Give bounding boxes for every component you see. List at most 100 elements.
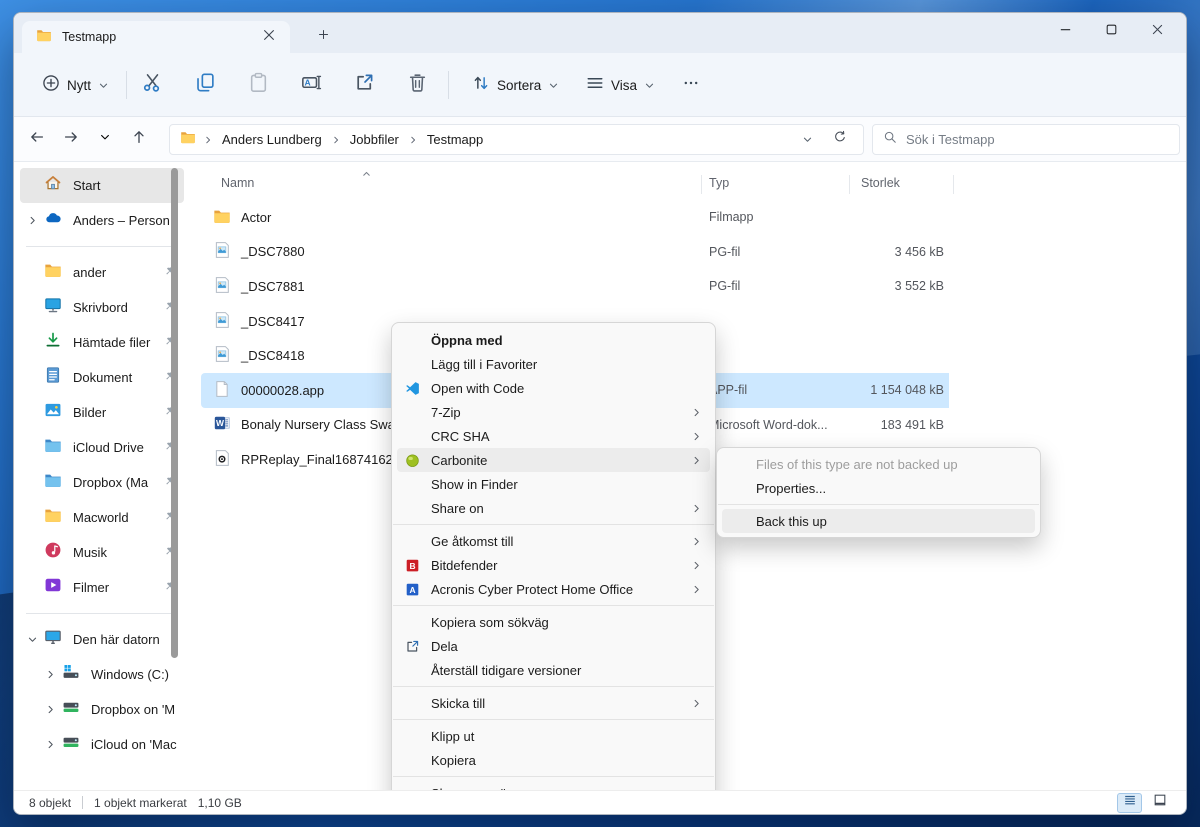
menu-item-carbonite[interactable]: Carbonite (397, 448, 710, 472)
drive-win-icon (62, 663, 80, 686)
menu-item-back-this-up[interactable]: Back this up (722, 509, 1035, 533)
menu-item-open-with-code[interactable]: Open with Code (397, 376, 710, 400)
menu-icon-spacer (405, 404, 425, 420)
bitdefender-icon: B (405, 557, 425, 573)
breadcrumb-segment-jobbfiler[interactable]: Jobbfiler (348, 129, 401, 150)
search-input[interactable] (906, 132, 1169, 147)
back-button[interactable] (20, 123, 54, 155)
sidebar-item-start[interactable]: Start (20, 168, 184, 203)
carbonite-submenu: Files of this type are not backed upProp… (716, 447, 1041, 538)
command-bar: Nytt A Sortera Visa (14, 53, 1186, 117)
sidebar-scrollbar[interactable] (171, 168, 178, 658)
close-button[interactable] (1134, 13, 1180, 51)
menu-item-label: Acronis Cyber Protect Home Office (431, 582, 690, 597)
status-divider (82, 796, 83, 809)
menu-item-l-gg-till-i-favoriter[interactable]: Lägg till i Favoriter (397, 352, 710, 376)
file-row-actor[interactable]: ActorFilmapp (201, 200, 1186, 235)
sidebar-item-macworld[interactable]: Macworld (20, 500, 184, 535)
column-header-typ[interactable]: Typ (709, 176, 729, 190)
menu-icon-spacer (405, 476, 425, 492)
sort-button-label: Sortera (497, 78, 541, 93)
menu-item-properties[interactable]: Properties... (722, 476, 1035, 500)
download-icon (44, 331, 62, 354)
expander-chevron-right-icon[interactable] (20, 215, 44, 226)
column-separator[interactable] (953, 175, 954, 194)
sort-button[interactable]: Sortera (462, 67, 569, 103)
menu-item-ppna-med[interactable]: Öppna med (397, 328, 710, 352)
large-icons-view-icon (1153, 793, 1167, 812)
explorer-tab[interactable]: Testmapp (22, 21, 290, 53)
menu-item-skicka-till[interactable]: Skicka till (397, 691, 710, 715)
rename-button[interactable]: A (291, 65, 332, 105)
more-options-button[interactable] (670, 69, 712, 101)
forward-button[interactable] (54, 123, 88, 155)
menu-item-share-on[interactable]: Share on (397, 496, 710, 520)
sidebar-item-dropbox-on-m[interactable]: Dropbox on 'M (20, 692, 184, 727)
column-separator[interactable] (849, 175, 850, 194)
file-name-cell: WBonaly Nursery Class Sway (201, 414, 401, 435)
file-row-dsc7880[interactable]: _DSC7880PG-fil3 456 kB (201, 235, 1186, 270)
chevron-down-icon (98, 80, 109, 91)
menu-item-skapa-genv-g[interactable]: Skapa genväg (397, 781, 710, 790)
sidebar-item-label: Bilder (73, 405, 164, 420)
column-separator[interactable] (701, 175, 702, 194)
search-box[interactable] (872, 124, 1180, 155)
delete-button[interactable] (397, 65, 438, 105)
breadcrumb-segment-testmapp[interactable]: Testmapp (425, 129, 485, 150)
menu-item-crc-sha[interactable]: CRC SHA (397, 424, 710, 448)
recent-locations-button[interactable] (88, 123, 122, 155)
sidebar-item-skrivbord[interactable]: Skrivbord (20, 290, 184, 325)
expander-chevron-right-icon[interactable] (38, 704, 62, 715)
menu-item-7-zip[interactable]: 7-Zip (397, 400, 710, 424)
menu-divider (393, 686, 714, 687)
refresh-icon[interactable] (833, 130, 847, 149)
view-button[interactable]: Visa (576, 67, 665, 103)
menu-item-show-in-finder[interactable]: Show in Finder (397, 472, 710, 496)
sidebar-item-filmer[interactable]: Filmer (20, 570, 184, 605)
menu-item-ge-tkomst-till[interactable]: Ge åtkomst till (397, 529, 710, 553)
sidebar-item-windows-c[interactable]: Windows (C:) (20, 657, 184, 692)
expander-chevron-down-icon[interactable] (20, 634, 44, 645)
tab-close-button[interactable] (258, 26, 280, 48)
sidebar-item-musik[interactable]: Musik (20, 535, 184, 570)
cut-button[interactable] (132, 65, 173, 105)
breadcrumb[interactable]: Anders Lundberg Jobbfiler Testmapp (169, 124, 864, 155)
maximize-button[interactable] (1088, 13, 1134, 51)
column-header-namn[interactable]: Namn (221, 176, 254, 190)
file-row-dsc7881[interactable]: _DSC7881PG-fil3 552 kB (201, 269, 1186, 304)
content-area: StartAnders – Person anderSkrivbordHämtad… (14, 162, 1186, 790)
sidebar-item-ander[interactable]: ander (20, 255, 184, 290)
new-tab-button[interactable] (310, 25, 336, 49)
sidebar-item-label: Windows (C:) (91, 667, 184, 682)
column-header-storlek[interactable]: Storlek (861, 176, 900, 190)
menu-item-bitdefender[interactable]: BBitdefender (397, 553, 710, 577)
minimize-button[interactable] (1042, 13, 1088, 51)
sidebar-item-icloud-on-mac[interactable]: iCloud on 'Mac (20, 727, 184, 762)
menu-item-acronis-cyber-protect-home-office[interactable]: AAcronis Cyber Protect Home Office (397, 577, 710, 601)
large-icons-view-button[interactable] (1147, 793, 1172, 813)
sidebar-item-icloud-drive[interactable]: iCloud Drive (20, 430, 184, 465)
sidebar-item-dokument[interactable]: Dokument (20, 360, 184, 395)
share-button[interactable] (344, 65, 385, 105)
menu-item-kopiera-som-s-kv-g[interactable]: Kopiera som sökväg (397, 610, 710, 634)
menu-item-kopiera[interactable]: Kopiera (397, 748, 710, 772)
up-button[interactable] (122, 123, 156, 155)
expander-chevron-right-icon[interactable] (38, 669, 62, 680)
menu-item-terst-ll-tidigare-versioner[interactable]: Återställ tidigare versioner (397, 658, 710, 682)
details-view-button[interactable] (1117, 793, 1142, 813)
pictures-icon (44, 401, 62, 424)
expander-chevron-right-icon[interactable] (38, 739, 62, 750)
sidebar-item-anders-person[interactable]: Anders – Person (20, 203, 184, 238)
folder-icon (44, 261, 62, 284)
menu-item-dela[interactable]: Dela (397, 634, 710, 658)
menu-item-klipp-ut[interactable]: Klipp ut (397, 724, 710, 748)
address-dropdown-icon[interactable] (802, 134, 813, 145)
sidebar-item-h-mtade-filer[interactable]: Hämtade filer (20, 325, 184, 360)
image-file-icon (213, 311, 231, 332)
sidebar-item-dropbox-ma[interactable]: Dropbox (Ma (20, 465, 184, 500)
sidebar-item-bilder[interactable]: Bilder (20, 395, 184, 430)
breadcrumb-segment-anders-lundberg[interactable]: Anders Lundberg (220, 129, 324, 150)
new-button[interactable]: Nytt (30, 67, 121, 103)
copy-button[interactable] (185, 65, 226, 105)
sidebar-item-den-h-r-datorn[interactable]: Den här datorn (20, 622, 184, 657)
